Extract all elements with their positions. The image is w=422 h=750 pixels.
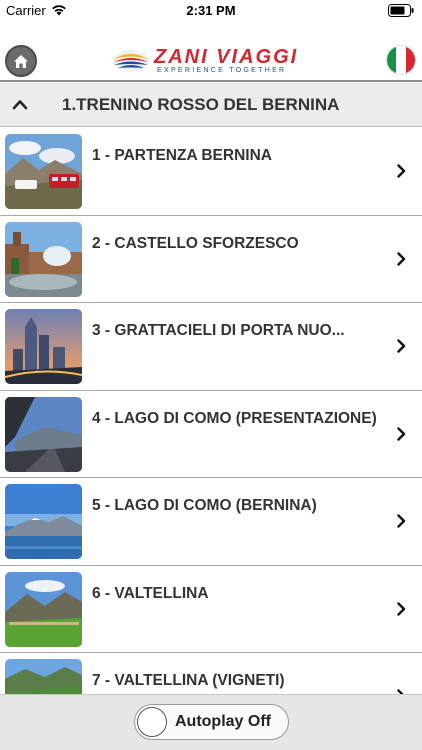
section-title: 1.TRENINO ROSSO DEL BERNINA [62,95,340,114]
stop-title: 4 - LAGO DI COMO (PRESENTAZIONE) [92,409,377,427]
chevron-right-icon[interactable] [397,164,406,178]
lake-mountain-photo [5,484,82,559]
skyscrapers-dusk-photo [5,309,82,384]
red-train-mountains-photo [5,134,82,209]
stop-title: 5 - LAGO DI COMO (BERNINA) [92,497,317,514]
list-item[interactable]: 7 - VALTELLINA (VIGNETI) [0,653,422,694]
chevron-right-icon[interactable] [397,251,406,266]
logo-mark-icon [113,50,149,72]
list-item[interactable]: 2 - CASTELLO SFORZESCO [0,215,422,303]
status-time: 2:31 PM [186,3,236,18]
autoplay-label: Autoplay Off [175,713,271,730]
italy-flag-icon[interactable] [386,45,416,75]
zani-viaggi-logo: ZANI VIAGGI EXPERIENCE TOGETHER [112,46,312,74]
status-bar: Carrier 2:31 PM [0,0,422,22]
chevron-up-icon[interactable] [12,97,28,111]
stop-title: 6 - VALTELLINA [92,584,209,602]
home-icon [14,54,28,68]
list-item[interactable]: 1 - PARTENZA BERNINA [0,128,422,216]
app-header: ZANI VIAGGI EXPERIENCE TOGETHER [0,22,422,82]
chevron-right-icon[interactable] [397,601,406,616]
footer-bar: Autoplay Off [0,694,422,750]
list-item[interactable]: 4 - LAGO DI COMO (PRESENTAZIONE) [0,390,422,478]
vineyard-hills-photo [5,659,82,694]
valley-meadow-photo [5,571,82,647]
castle-fountain-photo [5,221,82,297]
chevron-right-icon[interactable] [397,514,406,528]
toggle-knob[interactable] [137,707,167,737]
list-item[interactable]: 5 - LAGO DI COMO (BERNINA) [0,478,422,566]
section-header[interactable]: 1.TRENINO ROSSO DEL BERNINA [0,83,422,127]
list-item[interactable]: 6 - VALTELLINA [0,565,422,653]
stop-title: 1 - PARTENZA BERNINA [92,147,272,164]
chevron-right-icon[interactable] [397,426,406,441]
battery-icon [388,4,414,17]
lake-road-view-photo [5,396,82,472]
autoplay-toggle[interactable]: Autoplay Off [134,704,289,740]
chevron-right-icon[interactable] [397,339,406,353]
stop-list[interactable]: 1 - PARTENZA BERNINA 2 - CASTELLO SFORZE… [0,128,422,694]
home-button[interactable] [5,45,37,77]
stop-title: 2 - CASTELLO SFORZESCO [92,234,299,252]
stop-title: 3 - GRATTACIELI DI PORTA NUO... [92,322,345,339]
logo-tagline: EXPERIENCE TOGETHER [157,67,287,74]
stop-title: 7 - VALTELLINA (VIGNETI) [92,672,285,689]
logo-title: ZANI VIAGGI [154,46,299,68]
list-item[interactable]: 3 - GRATTACIELI DI PORTA NUO... [0,303,422,391]
